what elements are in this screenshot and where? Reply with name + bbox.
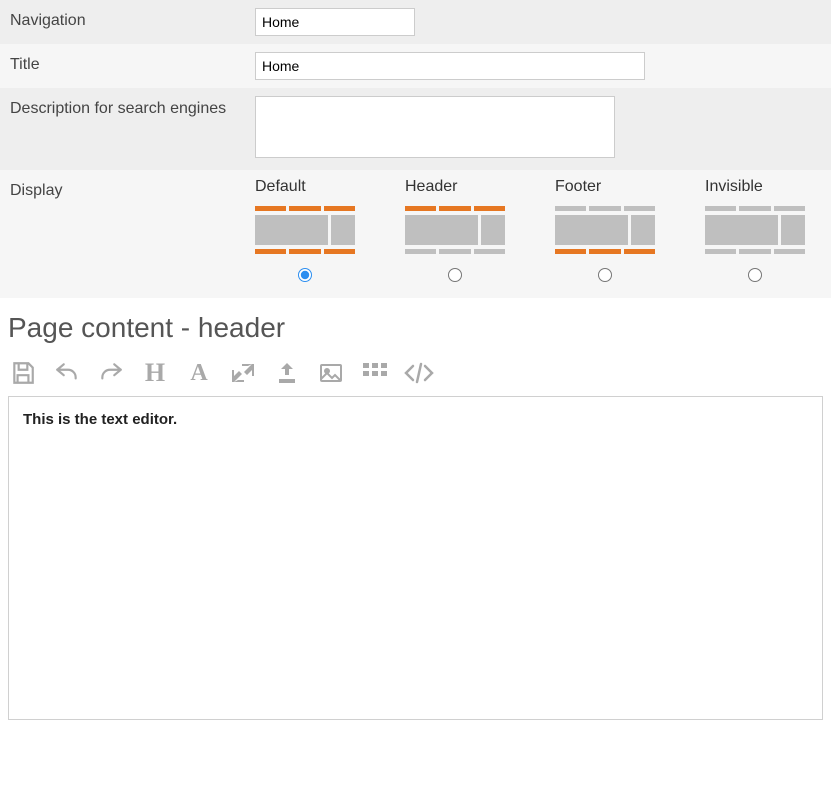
display-option-label: Header [405,178,457,200]
row-display: Display Default Header Footer [0,170,831,298]
display-option-header[interactable]: Header [405,178,515,282]
display-option-label: Default [255,178,306,200]
image-icon[interactable] [316,358,346,388]
display-option-invisible[interactable]: Invisible [705,178,815,282]
control-navigation [255,8,821,36]
editor-frame: This is the text editor. [8,396,823,720]
display-thumb-invisible [705,206,805,254]
display-radio-invisible[interactable] [748,268,762,282]
row-title: Title [0,44,831,88]
description-textarea[interactable] [255,96,615,158]
display-thumb-header [405,206,505,254]
title-input[interactable] [255,52,645,80]
font-icon[interactable]: A [184,358,214,388]
redo-icon[interactable] [96,358,126,388]
label-title: Title [10,52,255,74]
heading-icon[interactable]: H [140,358,170,388]
display-radio-header[interactable] [448,268,462,282]
code-icon[interactable] [404,358,434,388]
display-options: Default Header Footer [255,178,821,282]
label-display: Display [10,178,255,200]
display-radio-footer[interactable] [598,268,612,282]
control-description [255,96,821,162]
undo-icon[interactable] [52,358,82,388]
editor-toolbar: H A [0,354,831,396]
display-option-label: Invisible [705,178,763,200]
page-content-heading: Page content - header [0,298,831,354]
grid-icon[interactable] [360,358,390,388]
display-option-default[interactable]: Default [255,178,365,282]
label-description: Description for search engines [10,96,255,118]
row-navigation: Navigation [0,0,831,44]
display-option-label: Footer [555,178,601,200]
fullscreen-icon[interactable] [228,358,258,388]
display-option-footer[interactable]: Footer [555,178,665,282]
label-navigation: Navigation [10,8,255,30]
save-icon[interactable] [8,358,38,388]
editor-content[interactable]: This is the text editor. [23,411,808,705]
display-thumb-footer [555,206,655,254]
control-title [255,52,821,80]
row-description: Description for search engines [0,88,831,170]
display-thumb-default [255,206,355,254]
upload-icon[interactable] [272,358,302,388]
navigation-input[interactable] [255,8,415,36]
display-radio-default[interactable] [298,268,312,282]
